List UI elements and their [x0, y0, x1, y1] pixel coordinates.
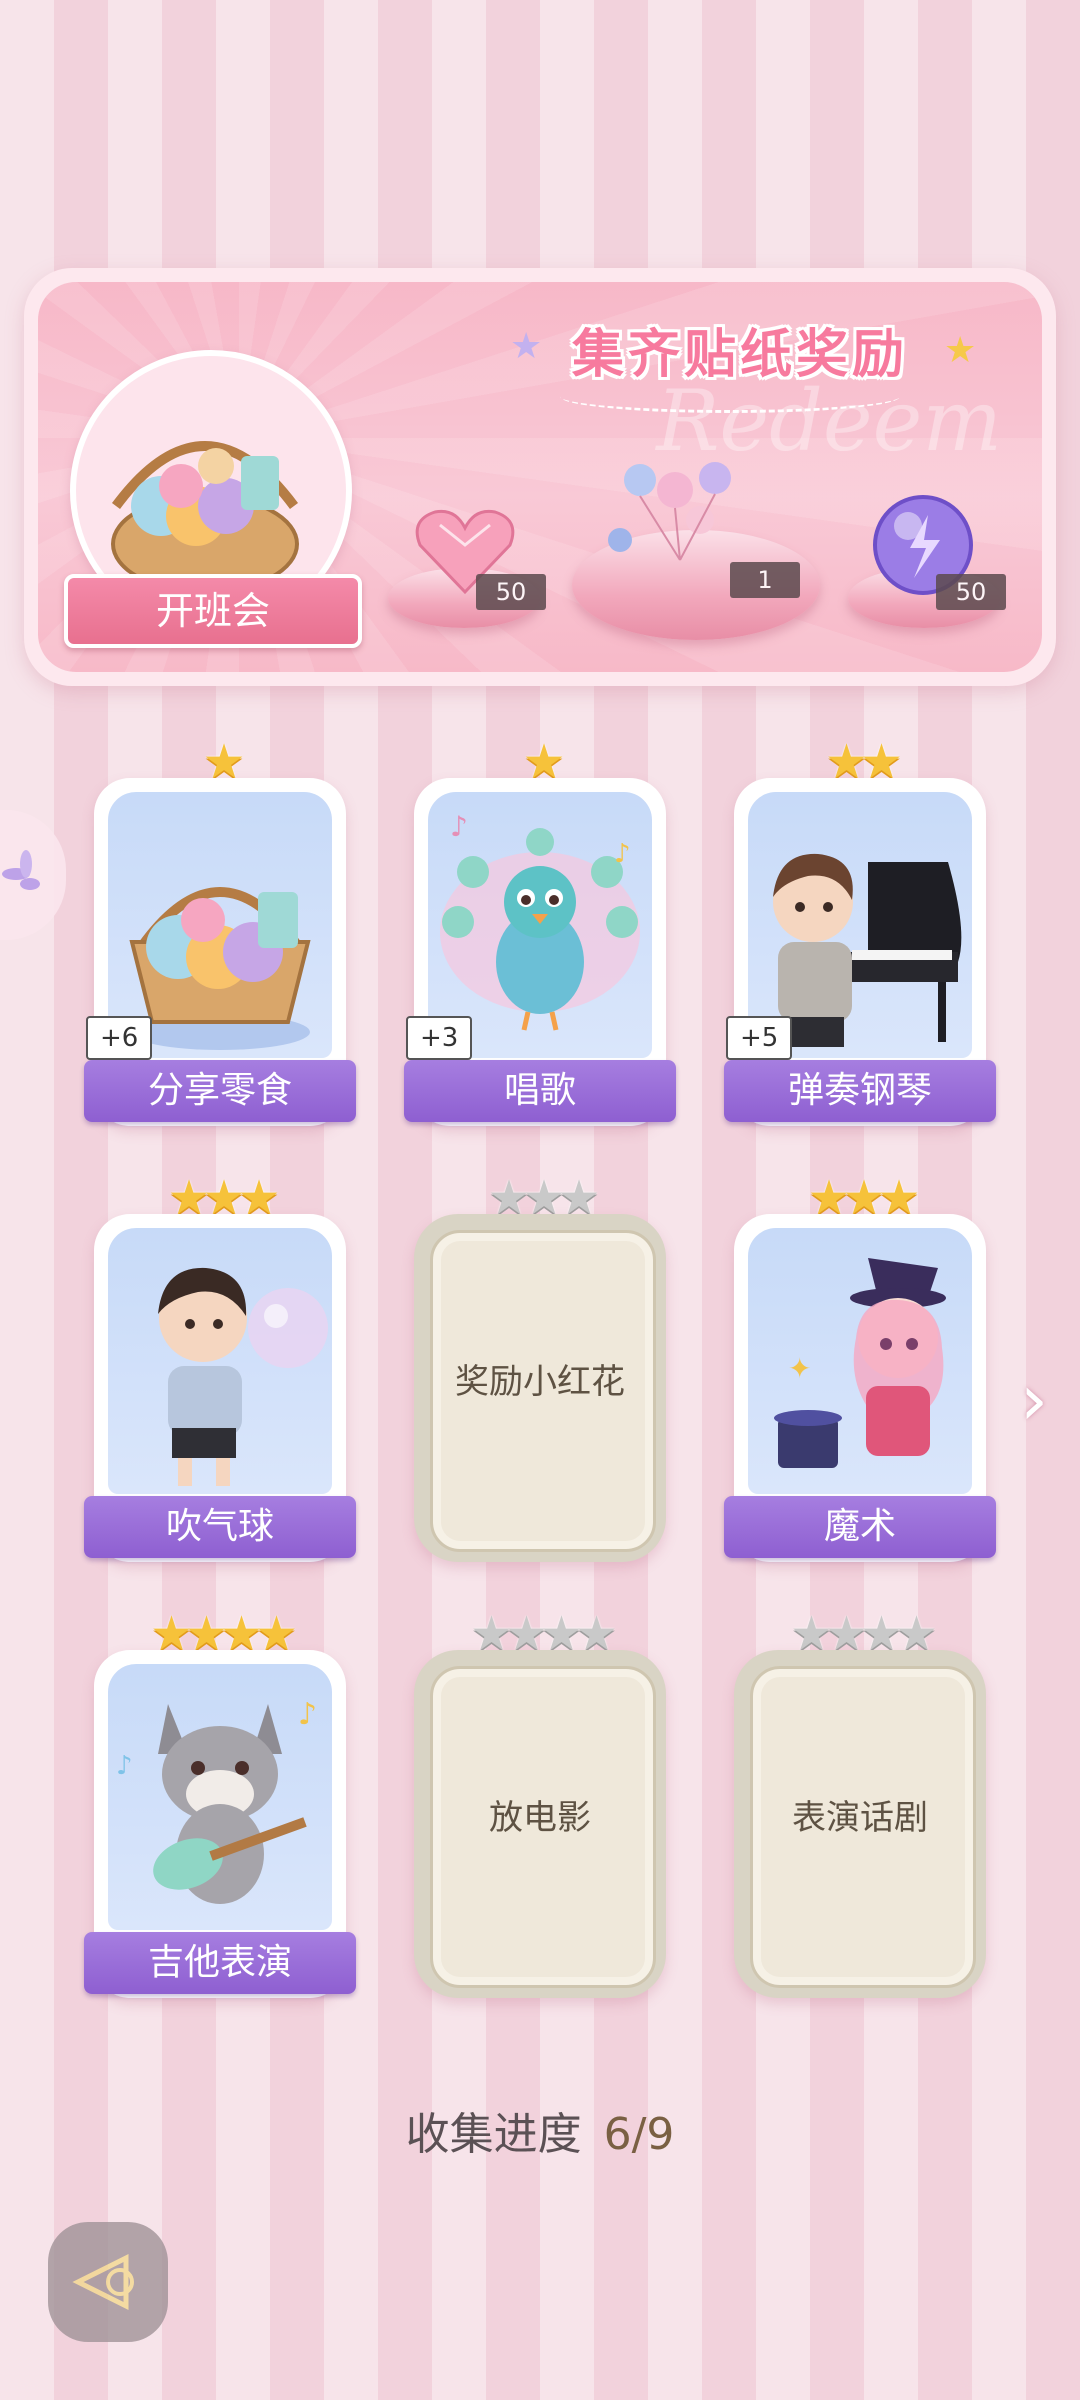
side-menu-tab[interactable]	[0, 810, 66, 940]
star-left-icon: ★	[510, 326, 543, 367]
reward-title: 集齐贴纸奖励	[571, 325, 908, 385]
card-name: 分享零食	[84, 1060, 356, 1122]
reward-count-3: 50	[936, 574, 1006, 610]
collection-progress: 收集进度 6/9	[0, 2098, 1080, 2162]
sticker-card[interactable]: ★ ♪ ♪ +3 唱歌	[404, 734, 676, 1126]
svg-text:✦: ✦	[788, 1352, 811, 1385]
sticker-card-locked[interactable]: ★★★ 奖励小红花	[414, 1170, 666, 1562]
reward-count-2: 1	[730, 562, 800, 598]
card-art: ♪ ♪	[108, 1664, 332, 1930]
flower-icon	[2, 850, 40, 890]
next-page-arrow-icon[interactable]: ›	[1020, 1360, 1070, 1440]
star-right-icon: ★	[944, 330, 977, 371]
card-name: 放电影	[489, 1798, 591, 1838]
card-name: 弹奏钢琴	[724, 1060, 996, 1122]
reward-count-1: 50	[476, 574, 546, 610]
event-label[interactable]: 开班会	[64, 574, 362, 648]
progress-label: 收集进度	[405, 2109, 582, 2160]
svg-text:♪: ♪	[116, 1751, 133, 1781]
guitar-wolf-icon: ♪ ♪	[116, 1697, 317, 1904]
sticker-card[interactable]: ★★★★ ♪ ♪ 吉他表演	[84, 1606, 356, 1998]
card-bonus: +5	[726, 1016, 793, 1060]
card-art: ✦	[748, 1228, 972, 1494]
sticker-card[interactable]: ★★★ ✦ 魔术	[724, 1170, 996, 1562]
card-bonus: +3	[406, 1016, 473, 1060]
progress-value: 6/9	[603, 2109, 675, 2160]
balloon-boy-icon	[158, 1267, 328, 1486]
sticker-card[interactable]: ★ +6 分享零食	[84, 734, 356, 1126]
back-button[interactable]	[48, 2222, 168, 2342]
card-name: 吹气球	[84, 1496, 356, 1558]
title-underline	[560, 380, 900, 413]
card-art	[108, 1228, 332, 1494]
svg-text:♪: ♪	[450, 810, 468, 843]
magician-girl-icon: ✦	[774, 1258, 946, 1468]
card-name: 唱歌	[404, 1060, 676, 1122]
sticker-card[interactable]: ★★★ 吹气球	[84, 1170, 356, 1562]
svg-text:♪: ♪	[614, 839, 631, 869]
card-name: 吉他表演	[84, 1932, 356, 1994]
back-arrow-icon	[72, 2253, 134, 2311]
card-name: 表演话剧	[792, 1798, 928, 1838]
card-name: 奖励小红花	[455, 1362, 625, 1402]
svg-text:♪: ♪	[298, 1697, 317, 1732]
card-name: 魔术	[724, 1496, 996, 1558]
sticker-card-locked[interactable]: ★★★★ 表演话剧	[734, 1606, 986, 1998]
sticker-card[interactable]: ★★ +5 弹奏钢琴	[724, 734, 996, 1126]
sticker-card-locked[interactable]: ★★★★ 放电影	[414, 1606, 666, 1998]
card-bonus: +6	[86, 1016, 153, 1060]
balloon-bundle-icon	[608, 462, 731, 561]
